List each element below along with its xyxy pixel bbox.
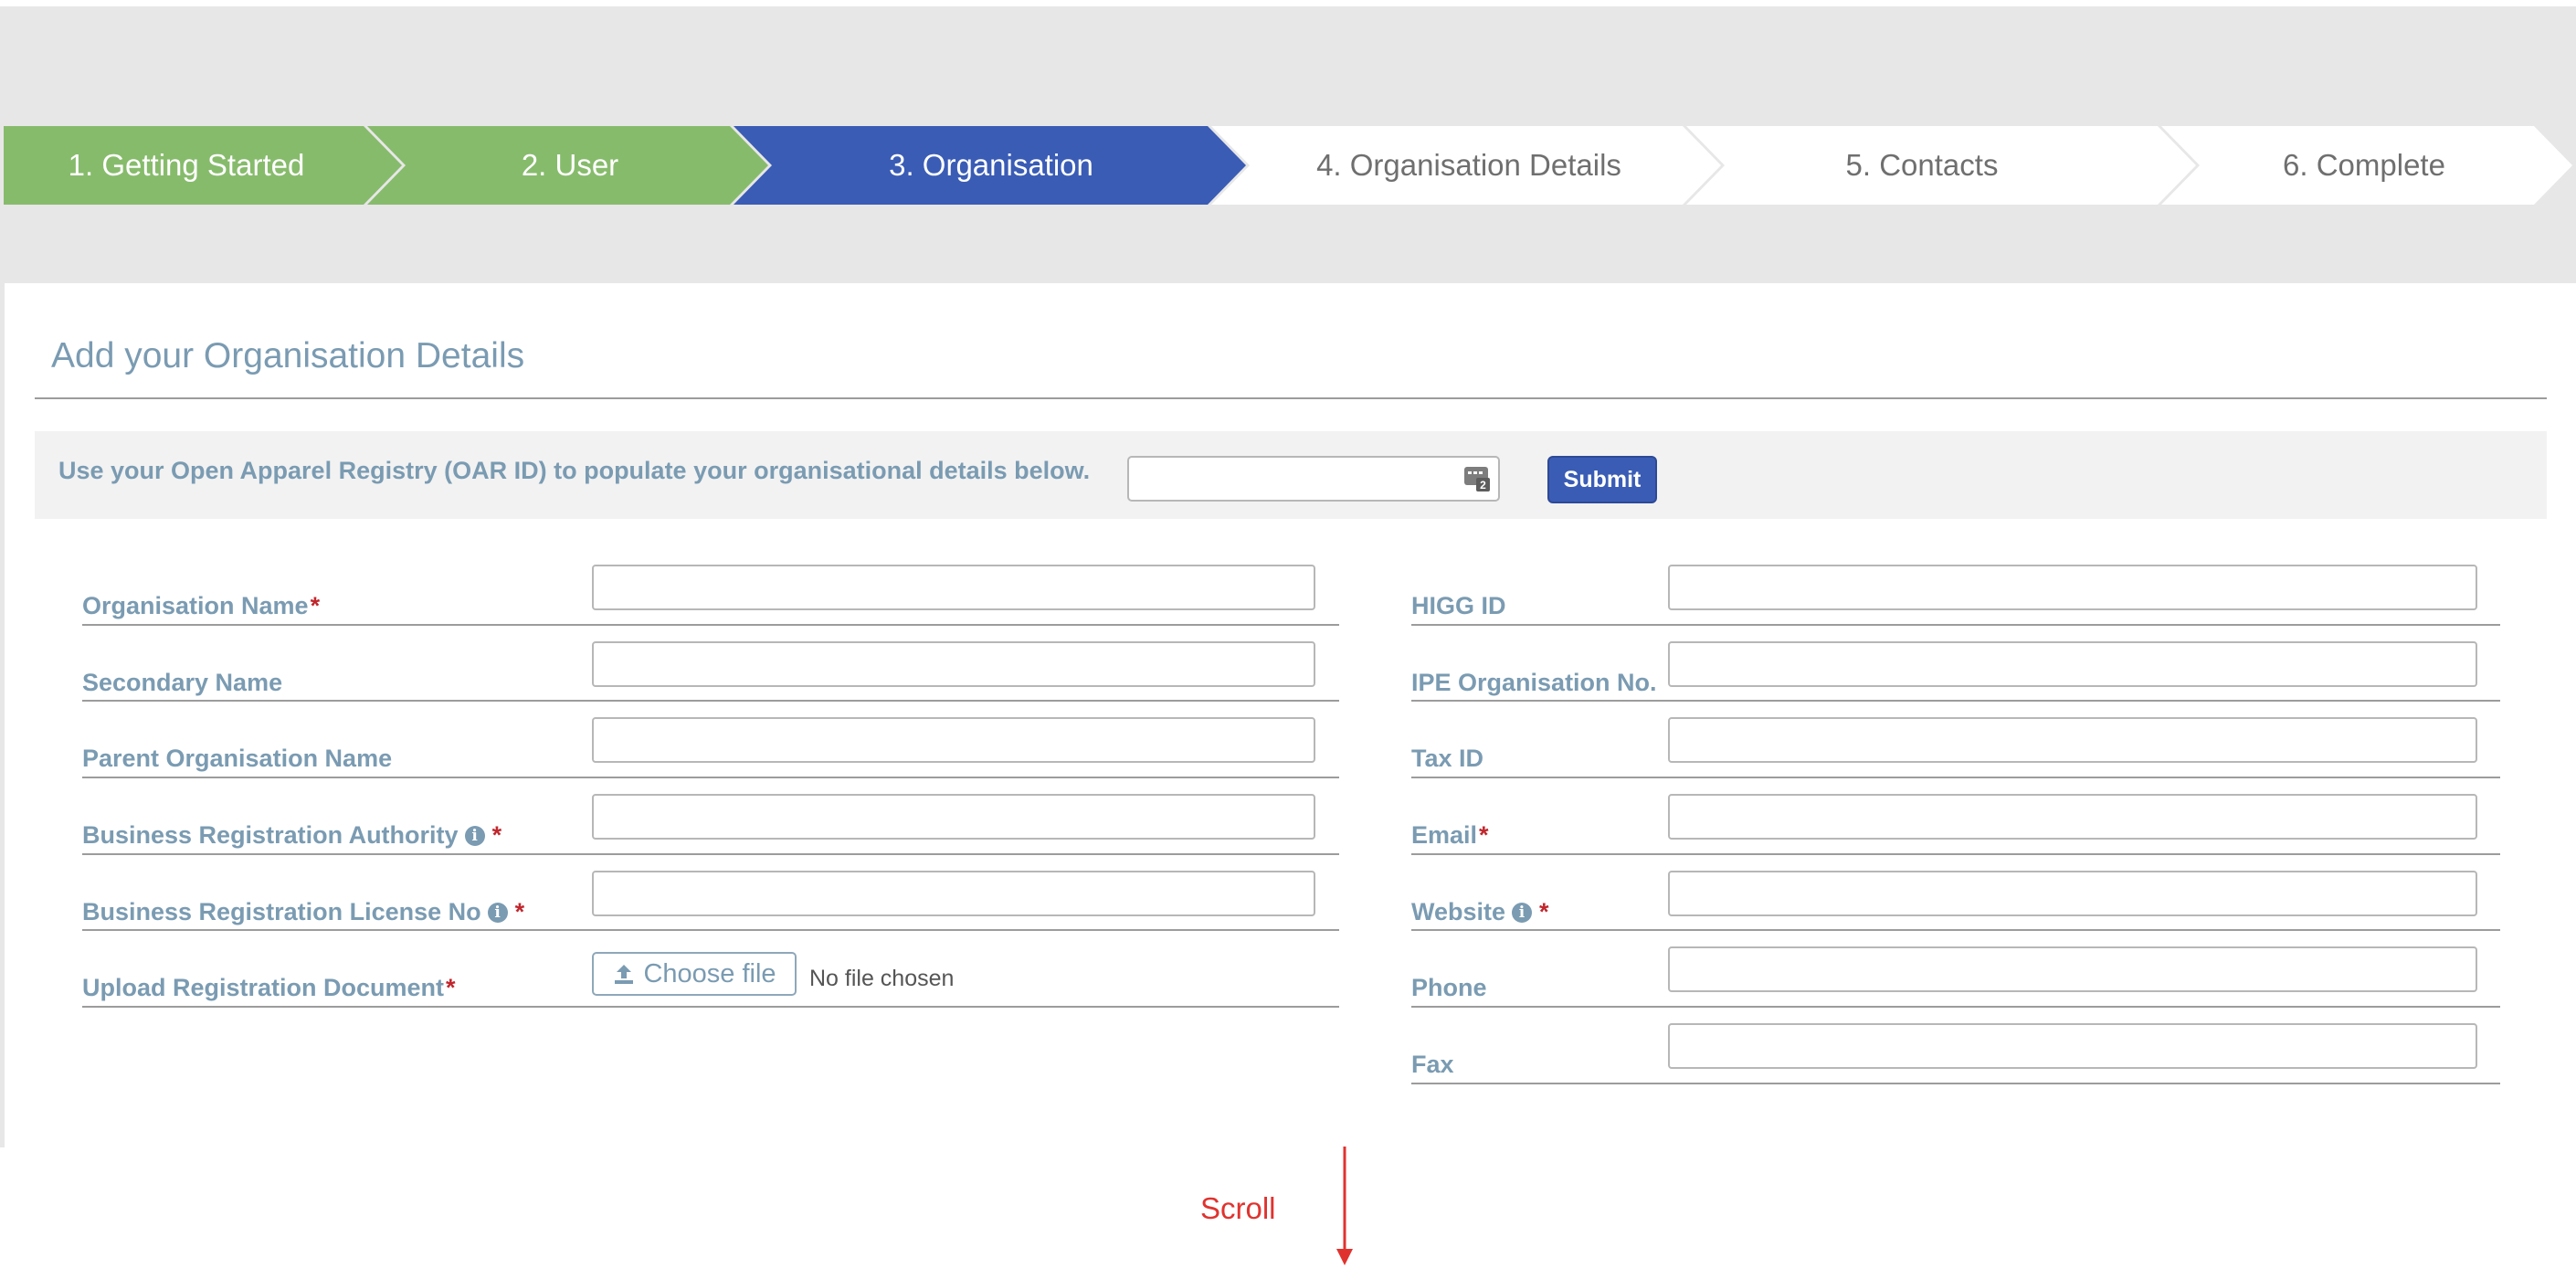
file-status: No file chosen [809, 966, 955, 991]
info-icon[interactable]: i [487, 902, 508, 923]
scroll-down-arrow-icon [1336, 1147, 1353, 1265]
upload-registration-document-label-text: Upload Registration Document [82, 974, 445, 1001]
required-marker: * [1479, 821, 1489, 849]
progress-stepper: 1. Getting Started 2. User 3. Organisati… [4, 126, 2576, 205]
tax-id-input[interactable] [1668, 717, 2477, 763]
fax-label: Fax [1411, 1051, 1454, 1079]
row-divider [82, 929, 1339, 931]
id-card-icon: 2 [1464, 467, 1490, 492]
row-divider [1411, 1006, 2500, 1008]
row-divider [82, 853, 1339, 855]
fax-input[interactable] [1668, 1023, 2477, 1069]
business-registration-license-input[interactable] [592, 871, 1315, 916]
parent-organisation-name-label-text: Parent Organisation Name [82, 745, 393, 772]
row-divider [82, 1006, 1339, 1008]
row-divider [1411, 624, 2500, 626]
main-panel [0, 283, 2576, 1147]
phone-label: Phone [1411, 974, 1487, 1002]
parent-organisation-name-input[interactable] [592, 717, 1315, 763]
required-marker: * [514, 898, 525, 925]
tax-id-label-text: Tax ID [1411, 745, 1484, 772]
row-divider [82, 700, 1339, 702]
required-marker: * [491, 821, 502, 849]
row-divider [1411, 853, 2500, 855]
step-complete[interactable]: 6. Complete [2200, 126, 2528, 205]
higg-id-input[interactable] [1668, 565, 2477, 610]
title-divider [35, 397, 2547, 399]
upload-registration-document-label: Upload Registration Document * [82, 974, 456, 1002]
website-input[interactable] [1668, 871, 2477, 916]
parent-organisation-name-label: Parent Organisation Name [82, 745, 392, 773]
info-icon[interactable]: i [1512, 902, 1533, 923]
required-marker: * [1539, 898, 1549, 925]
website-label: Website i * [1411, 898, 1549, 926]
higg-id-label-text: HIGG ID [1411, 592, 1506, 619]
business-registration-authority-label: Business Registration Authority i * [82, 821, 501, 850]
upload-icon [615, 965, 634, 984]
email-label: Email * [1411, 821, 1489, 850]
secondary-name-label-text: Secondary Name [82, 669, 283, 696]
row-divider [1411, 700, 2500, 702]
organisation-name-input[interactable] [592, 565, 1315, 610]
step-getting-started[interactable]: 1. Getting Started [4, 126, 369, 205]
phone-input[interactable] [1668, 946, 2477, 992]
step-user[interactable]: 2. User [387, 126, 753, 205]
required-marker: * [446, 974, 456, 1001]
tax-id-label: Tax ID [1411, 745, 1483, 773]
ipe-organisation-no-input[interactable] [1668, 641, 2477, 687]
fax-label-text: Fax [1411, 1051, 1454, 1078]
scroll-hint-label: Scroll [1200, 1191, 1276, 1225]
row-divider [82, 777, 1339, 778]
organisation-name-label: Organisation Name * [82, 592, 320, 620]
website-label-text: Website [1411, 898, 1506, 925]
row-divider [1411, 929, 2500, 931]
step-organisation-details[interactable]: 4. Organisation Details [1250, 126, 1688, 205]
higg-id-label: HIGG ID [1411, 592, 1506, 620]
row-divider [1411, 1083, 2500, 1084]
step-contacts[interactable]: 5. Contacts [1725, 126, 2119, 205]
oar-prompt: Use your Open Apparel Registry (OAR ID) … [58, 457, 1091, 484]
business-registration-license-label-text: Business Registration License No [82, 898, 481, 925]
required-marker: * [310, 592, 321, 619]
business-registration-authority-input[interactable] [592, 794, 1315, 840]
choose-file-button[interactable]: Choose file [592, 952, 797, 996]
ipe-organisation-no-label: IPE Organisation No. [1411, 669, 1657, 697]
oar-id-input[interactable]: 2 [1127, 456, 1500, 502]
organisation-name-label-text: Organisation Name [82, 592, 309, 619]
business-registration-license-label: Business Registration License No i * [82, 898, 524, 926]
row-divider [1411, 777, 2500, 778]
phone-label-text: Phone [1411, 974, 1487, 1001]
info-icon[interactable]: i [464, 825, 485, 846]
row-divider [82, 624, 1339, 626]
ipe-organisation-no-label-text: IPE Organisation No. [1411, 669, 1657, 696]
oar-submit-button[interactable]: Submit [1547, 456, 1657, 503]
secondary-name-label: Secondary Name [82, 669, 282, 697]
email-label-text: Email [1411, 821, 1478, 849]
svg-text:2: 2 [1480, 479, 1486, 492]
email-input[interactable] [1668, 794, 2477, 840]
choose-file-label: Choose file [643, 958, 776, 988]
business-registration-authority-label-text: Business Registration Authority [82, 821, 459, 849]
page-title: Add your Organisation Details [51, 336, 525, 375]
secondary-name-input[interactable] [592, 641, 1315, 687]
step-organisation[interactable]: 3. Organisation [772, 126, 1210, 205]
